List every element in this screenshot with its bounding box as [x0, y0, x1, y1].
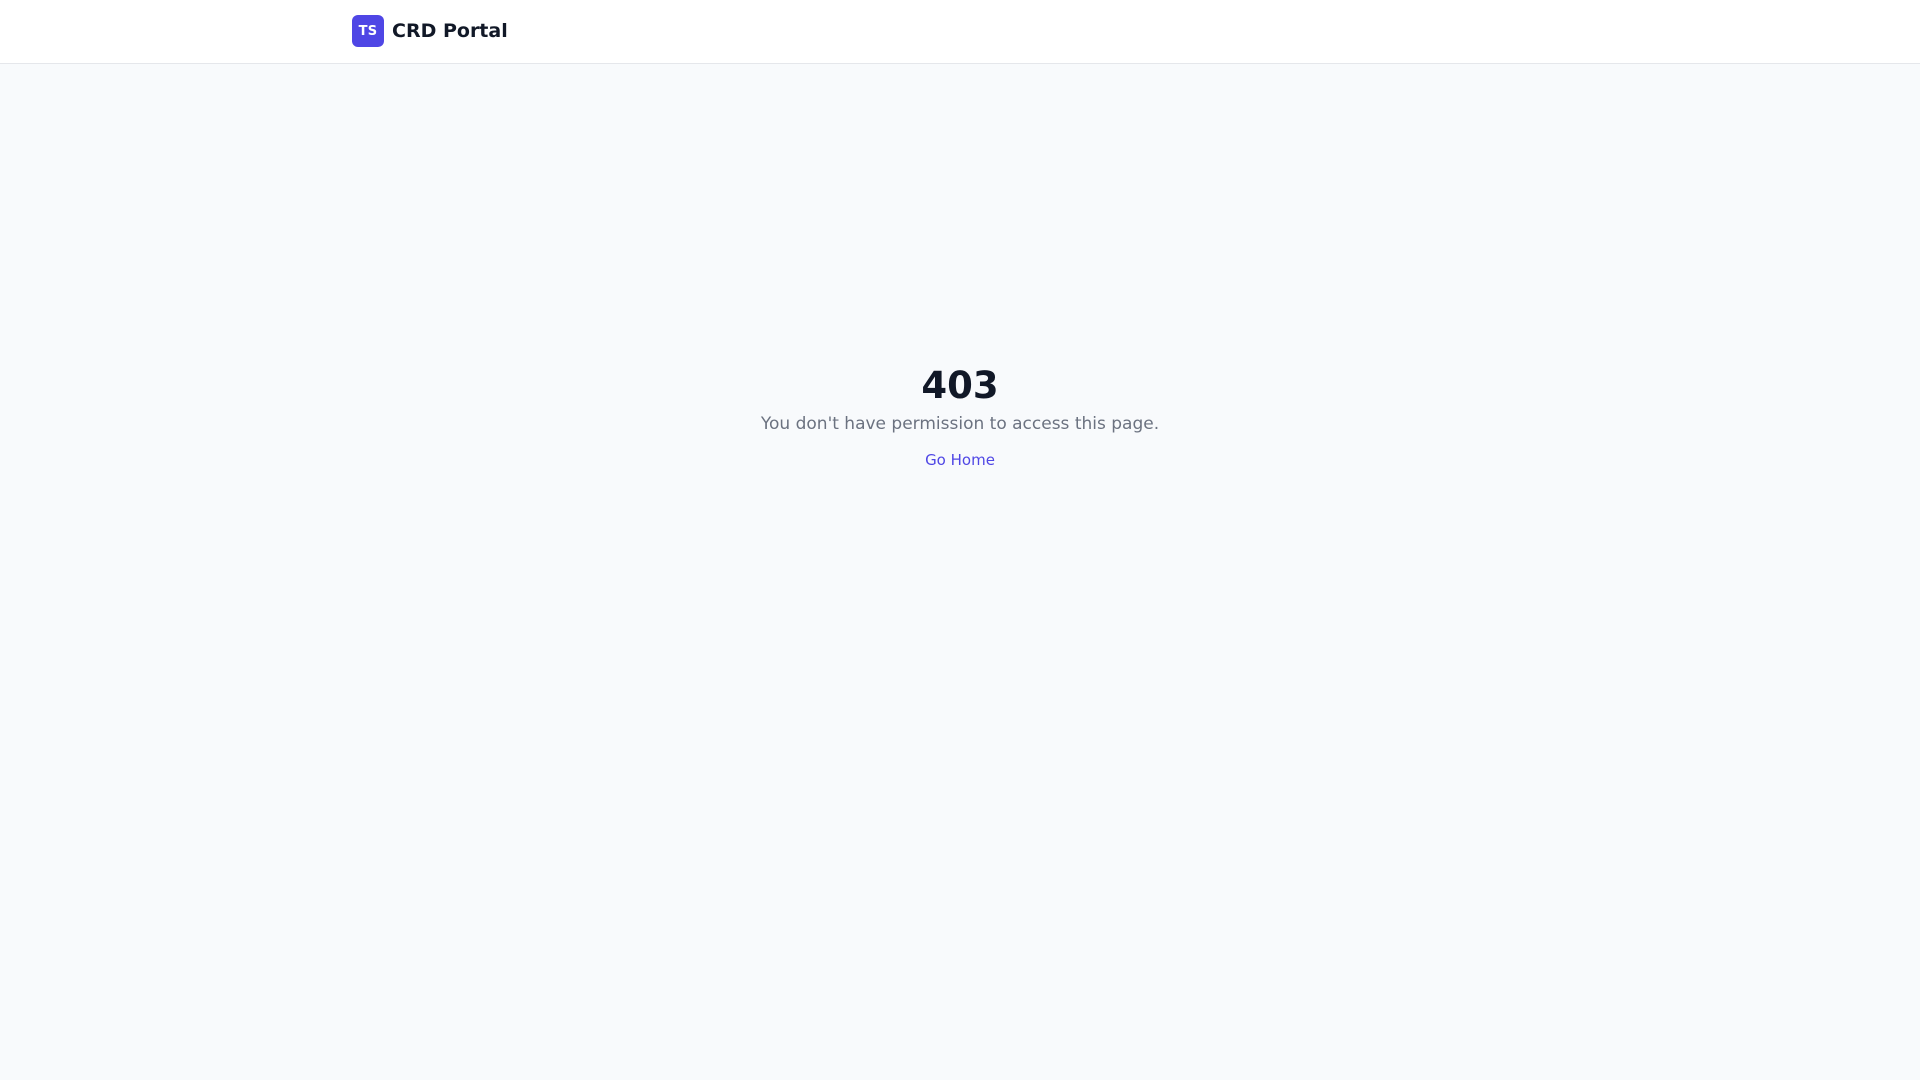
app-name: CRD Portal — [392, 20, 508, 42]
error-message: You don't have permission to access this… — [760, 414, 1160, 434]
error-container: 403 You don't have permission to access … — [0, 360, 1920, 470]
app-logo: TS — [352, 15, 384, 47]
go-home-link[interactable]: Go Home — [925, 450, 995, 470]
top-navbar: TS CRD Portal — [0, 0, 1920, 64]
brand-home-link[interactable]: TS CRD Portal — [352, 15, 508, 47]
error-code: 403 — [921, 364, 999, 407]
